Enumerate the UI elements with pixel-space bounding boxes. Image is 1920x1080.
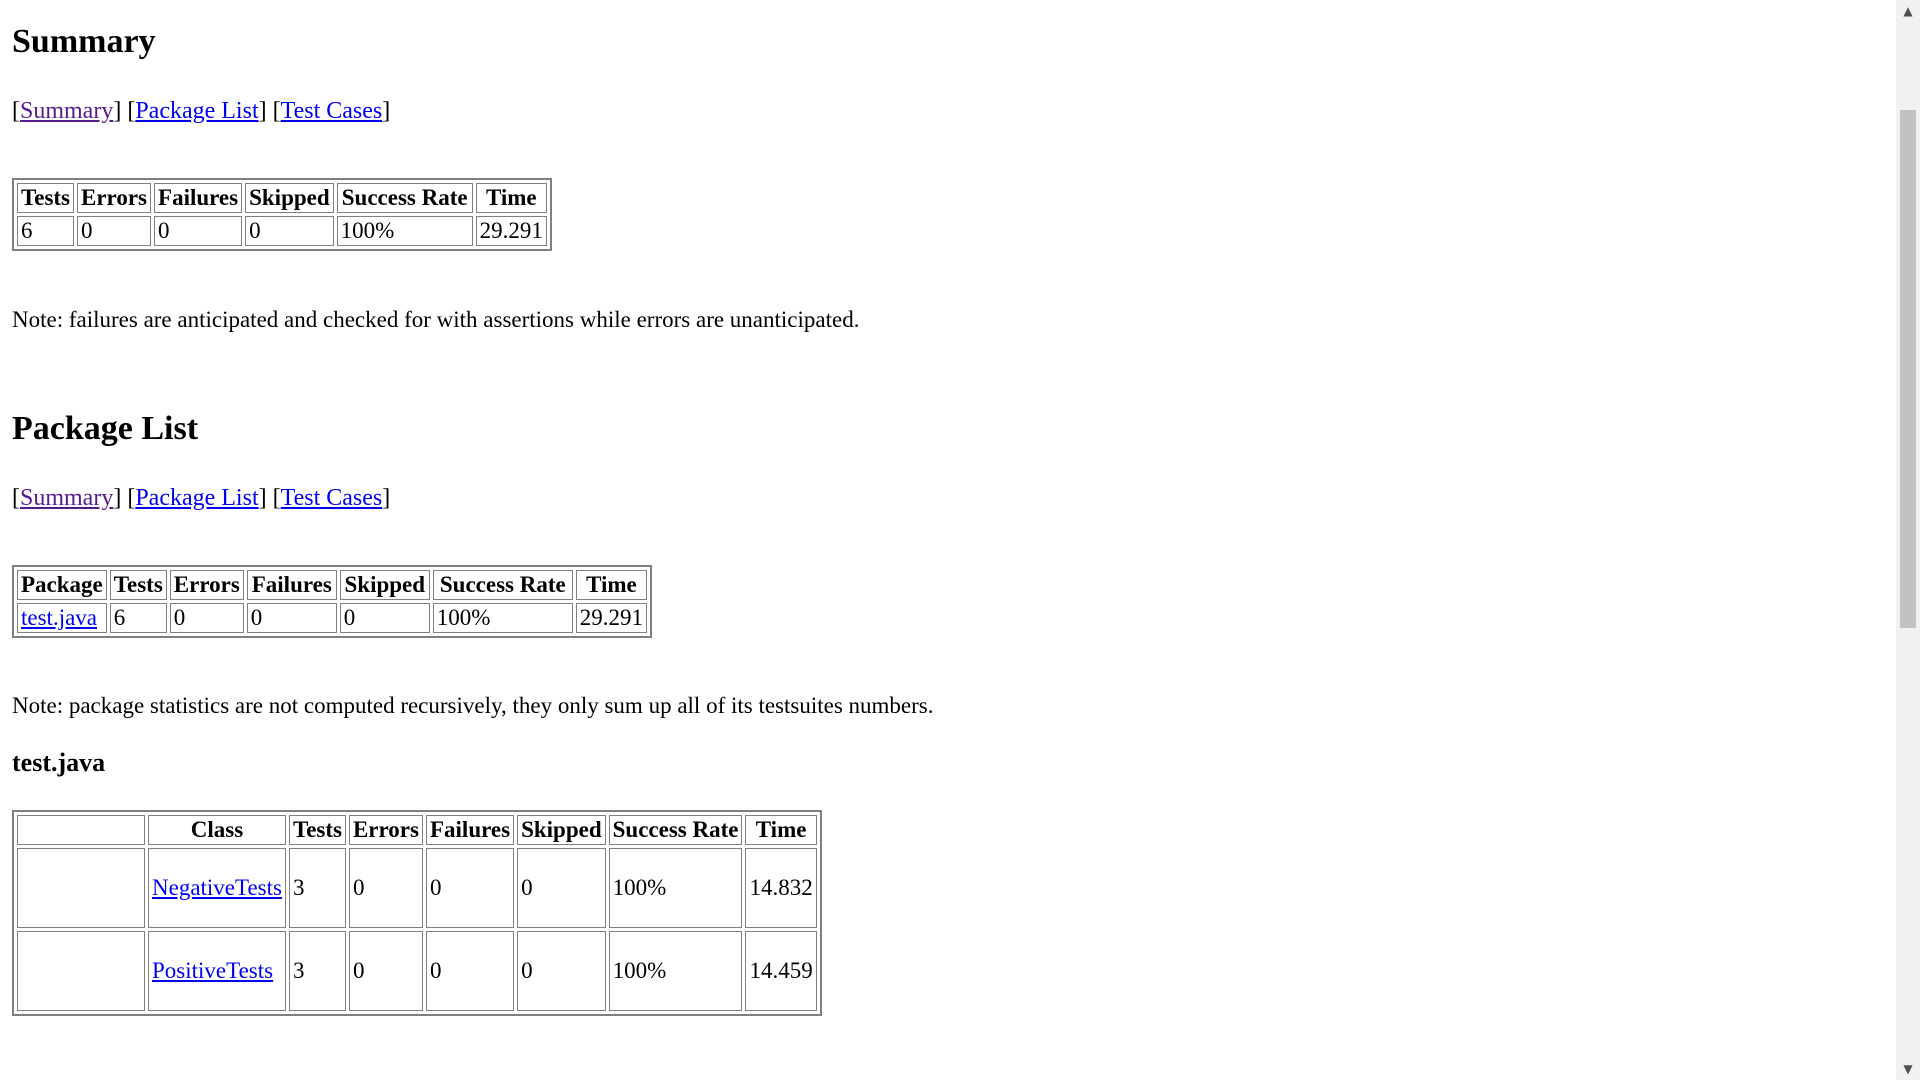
summary-data-row: 6 0 0 0 100% 29.291: [17, 216, 547, 246]
cell-tests: 6: [17, 216, 74, 246]
cell-success-rate: 100%: [608, 848, 743, 928]
col-skipped: Skipped: [517, 815, 606, 845]
cell-errors: 0: [77, 216, 152, 246]
cell-time: 14.459: [745, 931, 817, 1011]
package-list-table: Package Tests Errors Failures Skipped Su…: [12, 565, 653, 638]
col-success-rate: Success Rate: [336, 183, 473, 213]
col-errors: Errors: [77, 183, 152, 213]
cell-errors: 0: [169, 603, 244, 633]
detail-header-row: Class Tests Errors Failures Skipped Succ…: [17, 815, 817, 845]
cell-skipped: 0: [517, 931, 606, 1011]
cell-skipped: 0: [339, 603, 430, 633]
cell-time: 29.291: [475, 216, 547, 246]
col-failures: Failures: [246, 570, 337, 600]
nav-link-test-cases[interactable]: Test Cases: [281, 485, 383, 511]
cell-class: PositiveTests: [148, 931, 286, 1011]
nav-link-test-cases[interactable]: Test Cases: [281, 98, 383, 124]
col-errors: Errors: [169, 570, 244, 600]
package-detail-table: Class Tests Errors Failures Skipped Succ…: [12, 810, 822, 1016]
cell-failures: 0: [246, 603, 337, 633]
package-list-note: Note: package statistics are not compute…: [12, 693, 934, 718]
summary-heading: Summary: [12, 23, 156, 60]
package-list-heading: Package List: [12, 410, 199, 447]
summary-table: Tests Errors Failures Skipped Success Ra…: [12, 178, 552, 251]
col-time: Time: [575, 570, 648, 600]
cell-success-rate: 100%: [336, 216, 473, 246]
class-link-negativetests[interactable]: NegativeTests: [152, 875, 282, 900]
cell-failures: 0: [154, 216, 243, 246]
col-blank: [17, 815, 145, 845]
cell-blank: [17, 931, 145, 1011]
nav-link-package-list[interactable]: Package List: [135, 485, 258, 511]
col-success-rate: Success Rate: [608, 815, 743, 845]
cell-time: 14.832: [745, 848, 817, 928]
col-success-rate: Success Rate: [432, 570, 573, 600]
scroll-down-icon[interactable]: ▼: [1896, 1058, 1920, 1080]
cell-errors: 0: [348, 931, 423, 1011]
col-errors: Errors: [348, 815, 423, 845]
cell-skipped: 0: [517, 848, 606, 928]
summary-nav: [Summary] [Package List] [Test Cases]: [12, 98, 391, 124]
cell-class: NegativeTests: [148, 848, 286, 928]
package-data-row: test.java 6 0 0 0 100% 29.291: [17, 603, 648, 633]
class-link-positivetests[interactable]: PositiveTests: [152, 958, 273, 983]
col-class: Class: [148, 815, 286, 845]
summary-note: Note: failures are anticipated and check…: [12, 307, 860, 332]
cell-success-rate: 100%: [608, 931, 743, 1011]
cell-skipped: 0: [245, 216, 334, 246]
col-tests: Tests: [17, 183, 74, 213]
nav-link-summary[interactable]: Summary: [20, 485, 113, 511]
cell-failures: 0: [425, 848, 515, 928]
cell-errors: 0: [348, 848, 423, 928]
cell-time: 29.291: [575, 603, 648, 633]
cell-tests: 6: [109, 603, 167, 633]
cell-package: test.java: [17, 603, 107, 633]
cell-failures: 0: [425, 931, 515, 1011]
col-skipped: Skipped: [339, 570, 430, 600]
col-time: Time: [745, 815, 817, 845]
scroll-up-icon[interactable]: ▲: [1896, 0, 1920, 22]
cell-tests: 3: [288, 931, 346, 1011]
col-failures: Failures: [154, 183, 243, 213]
cell-tests: 3: [288, 848, 346, 928]
nav-link-summary[interactable]: Summary: [20, 98, 113, 124]
table-row: PositiveTests 3 0 0 0 100% 14.459: [17, 931, 817, 1011]
package-list-nav: [Summary] [Package List] [Test Cases]: [12, 485, 391, 511]
col-tests: Tests: [109, 570, 167, 600]
table-row: NegativeTests 3 0 0 0 100% 14.832: [17, 848, 817, 928]
package-header-row: Package Tests Errors Failures Skipped Su…: [17, 570, 648, 600]
col-time: Time: [475, 183, 547, 213]
package-link-test-java[interactable]: test.java: [21, 605, 97, 630]
scrollbar-thumb[interactable]: [1900, 110, 1916, 628]
col-tests: Tests: [288, 815, 346, 845]
nav-link-package-list[interactable]: Package List: [135, 98, 258, 124]
col-failures: Failures: [425, 815, 515, 845]
summary-header-row: Tests Errors Failures Skipped Success Ra…: [17, 183, 547, 213]
cell-success-rate: 100%: [432, 603, 573, 633]
vertical-scrollbar[interactable]: ▲ ▼: [1896, 0, 1920, 1080]
col-skipped: Skipped: [245, 183, 334, 213]
package-detail-heading: test.java: [12, 748, 106, 777]
col-package: Package: [17, 570, 107, 600]
cell-blank: [17, 848, 145, 928]
